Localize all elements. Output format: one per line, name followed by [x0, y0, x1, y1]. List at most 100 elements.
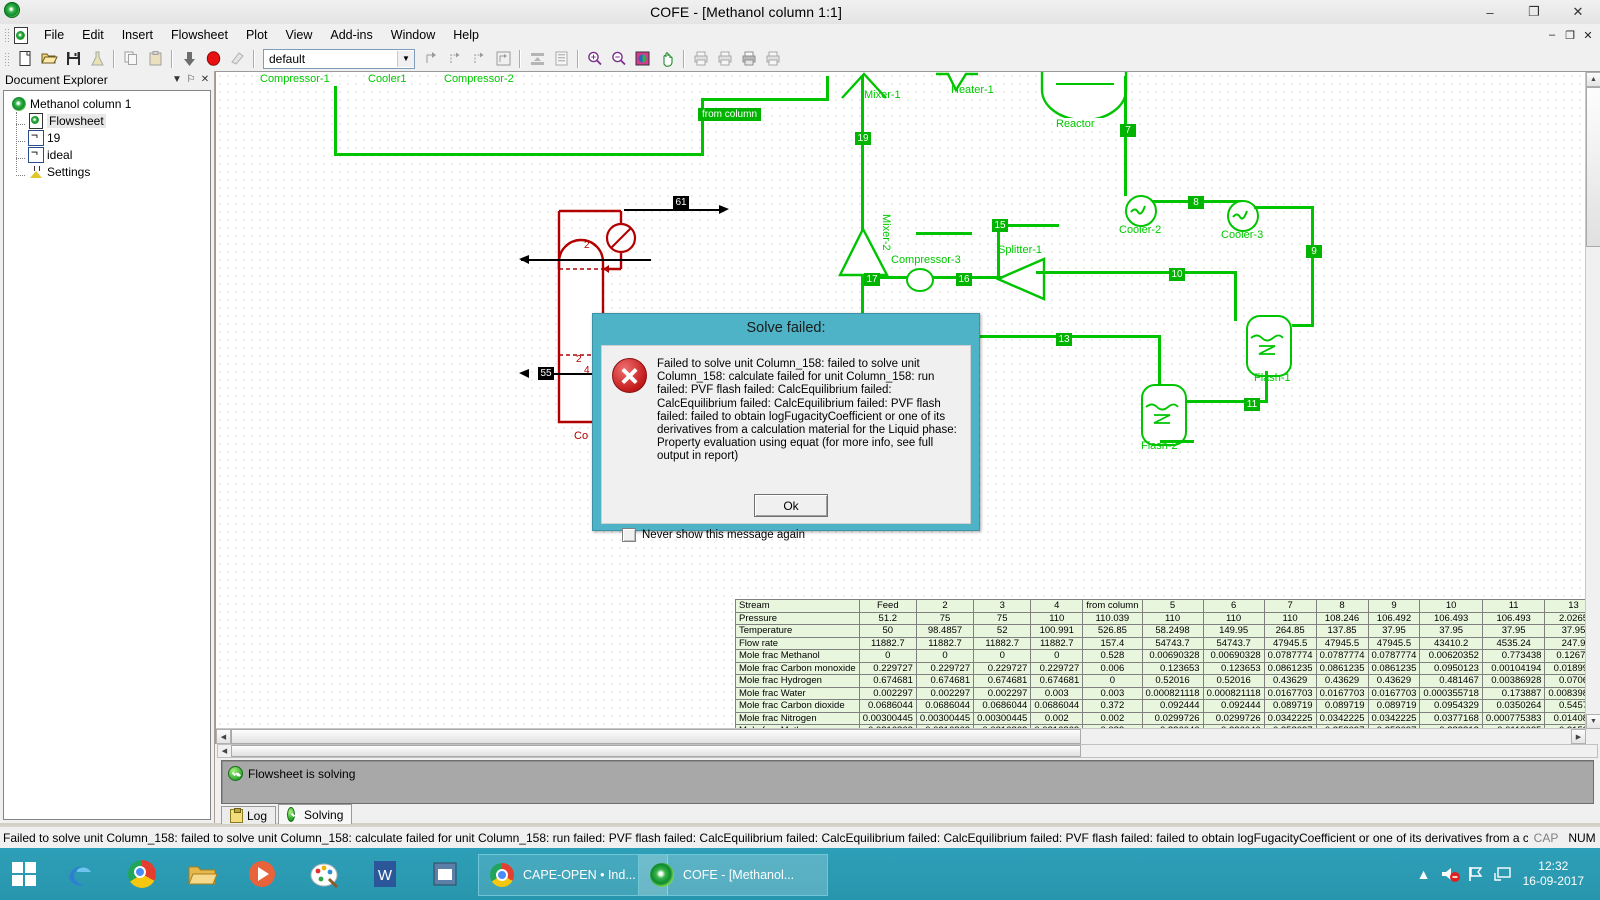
never-show-checkbox[interactable]	[622, 528, 636, 542]
table-cell[interactable]: 0.481467	[1419, 674, 1483, 688]
table-cell[interactable]: 149.95	[1202, 624, 1265, 638]
table-cell[interactable]: 54743.7	[1141, 636, 1204, 650]
menu-item-insert[interactable]: Insert	[113, 25, 162, 45]
flash-2-symbol[interactable]	[1141, 384, 1187, 446]
tab-solving[interactable]: Solving	[278, 804, 353, 824]
scroll-up-arrow-icon[interactable]: ▲	[1586, 72, 1600, 87]
print-preview-icon[interactable]	[714, 48, 736, 69]
canvas-horizontal-scrollbar[interactable]: ◀ ▶	[216, 728, 1586, 744]
table-cell[interactable]: 0.43629	[1315, 674, 1369, 688]
table-cell[interactable]: 0.0861235	[1263, 661, 1317, 675]
table-cell[interactable]: 0.00104194	[1481, 661, 1546, 675]
table-cell[interactable]: 0.0787774	[1263, 649, 1317, 663]
table-cell[interactable]: 0.0167703	[1315, 686, 1369, 700]
table-cell[interactable]: 0.0861235	[1315, 661, 1369, 675]
table-cell[interactable]: 0.089719	[1367, 699, 1421, 713]
table-column-header[interactable]: 2	[915, 599, 975, 613]
open-icon[interactable]	[38, 48, 60, 69]
table-cell[interactable]: 0.773438	[1481, 649, 1546, 663]
table-cell[interactable]: 0.372	[1082, 699, 1143, 713]
table-cell[interactable]: 0	[915, 649, 975, 663]
table-cell[interactable]: 47945.5	[1315, 636, 1369, 650]
ok-button[interactable]: Ok	[754, 494, 828, 517]
table-cell[interactable]: 0.0342225	[1367, 711, 1421, 725]
table-cell[interactable]: 0.002	[1030, 711, 1084, 725]
table-cell[interactable]: 0.0686044	[1030, 699, 1084, 713]
solving-output-box[interactable]: Flowsheet is solving	[221, 760, 1594, 804]
stream-results-table[interactable]: StreamFeed234from column5678910111314151…	[735, 599, 1600, 744]
menu-item-view[interactable]: View	[277, 25, 322, 45]
table-cell[interactable]: 0.0954329	[1419, 699, 1483, 713]
solve-failed-dialog[interactable]: Solve failed: Failed to solve unit Colum…	[592, 313, 980, 542]
table-cell[interactable]: 0.0861235	[1367, 661, 1421, 675]
table-cell[interactable]: 0.092444	[1141, 699, 1204, 713]
table-column-header[interactable]: 8	[1315, 599, 1369, 613]
import-icon[interactable]	[178, 48, 200, 69]
tree-node-flowsheet[interactable]: Flowsheet	[25, 112, 210, 129]
edge-icon[interactable]	[50, 848, 110, 900]
table-cell[interactable]: 43410.2	[1419, 636, 1483, 650]
new-icon[interactable]	[14, 48, 36, 69]
table-cell[interactable]: 0.0787774	[1315, 649, 1369, 663]
table-cell[interactable]: 0.003	[1082, 686, 1143, 700]
table-cell[interactable]: 0.0167703	[1263, 686, 1317, 700]
table-cell[interactable]: 0.0686044	[915, 699, 975, 713]
scroll-left-arrow-icon[interactable]: ◀	[218, 745, 231, 757]
stream-tag-from-column[interactable]: from column	[698, 108, 762, 121]
table-column-header[interactable]: 6	[1202, 599, 1265, 613]
stream-tag-16[interactable]: 16	[956, 273, 972, 286]
table-cell[interactable]: 54743.7	[1202, 636, 1265, 650]
table-cell[interactable]: 0.528	[1082, 649, 1143, 663]
erase-icon[interactable]	[226, 48, 248, 69]
never-show-checkbox-row[interactable]: Never show this message again	[622, 528, 805, 542]
start-button[interactable]	[0, 848, 48, 900]
minimize-button[interactable]: –	[1468, 0, 1512, 24]
table-cell[interactable]: 0.089719	[1263, 699, 1317, 713]
table-cell[interactable]: 0.229727	[915, 661, 975, 675]
table-cell[interactable]: 0.002297	[973, 686, 1032, 700]
vertical-scroll-thumb[interactable]	[1586, 87, 1600, 247]
table-cell[interactable]: 37.95	[1481, 624, 1546, 638]
menu-item-file[interactable]: File	[35, 25, 73, 45]
tree-node-19[interactable]: 19	[25, 129, 210, 146]
table-cell[interactable]: 157.4	[1082, 636, 1143, 650]
stream-tag-7[interactable]: 7	[1120, 124, 1136, 137]
table-cell[interactable]: 0.0167703	[1367, 686, 1421, 700]
menu-item-window[interactable]: Window	[382, 25, 444, 45]
menu-item-plot[interactable]: Plot	[237, 25, 277, 45]
table-column-header[interactable]: 7	[1263, 599, 1317, 613]
table-cell[interactable]: 0.123653	[1202, 661, 1265, 675]
table-cell[interactable]: 0.00620352	[1419, 649, 1483, 663]
reactor-symbol[interactable]	[1038, 72, 1130, 118]
table-cell[interactable]: 0.173887	[1481, 686, 1546, 700]
scroll-right-arrow-icon[interactable]: ▶	[1571, 729, 1586, 744]
table-cell[interactable]: 0	[973, 649, 1032, 663]
table-cell[interactable]: 100.991	[1030, 624, 1084, 638]
menu-item-flowsheet[interactable]: Flowsheet	[162, 25, 237, 45]
table-cell[interactable]: 0.674681	[858, 674, 917, 688]
table-row[interactable]: Mole frac Hydrogen 0.674681 0.674681 0.6746…	[735, 674, 1600, 688]
chevron-down-icon[interactable]: ▼	[170, 73, 184, 87]
table-cell[interactable]: 0.0686044	[973, 699, 1032, 713]
table-cell[interactable]: 11882.7	[1030, 636, 1084, 650]
table-cell[interactable]: 4535.24	[1481, 636, 1546, 650]
table-cell[interactable]: 0.0950123	[1419, 661, 1483, 675]
table-column-header[interactable]: 3	[973, 599, 1032, 613]
menu-item-edit[interactable]: Edit	[73, 25, 113, 45]
table-cell[interactable]: 0.00690328	[1202, 649, 1265, 663]
table-cell[interactable]: 52	[973, 624, 1032, 638]
table-row[interactable]: Mole frac Nitrogen 0.00300445 0.00300445 0.…	[735, 711, 1600, 725]
print-icon[interactable]	[690, 48, 712, 69]
stream-tag-8[interactable]: 8	[1188, 196, 1204, 209]
close-button[interactable]: ✕	[1556, 0, 1600, 24]
zoom-in-icon[interactable]	[584, 48, 606, 69]
collapse-icon[interactable]	[526, 48, 548, 69]
tab-log[interactable]: Log	[221, 806, 277, 824]
table-cell[interactable]: 0.229727	[858, 661, 917, 675]
table-cell[interactable]: 11882.7	[858, 636, 917, 650]
table-cell[interactable]: 0.0342225	[1315, 711, 1369, 725]
step-icon[interactable]	[468, 48, 490, 69]
table-cell[interactable]: 0.0377168	[1419, 711, 1483, 725]
table-cell[interactable]: 47945.5	[1263, 636, 1317, 650]
pan-hand-icon[interactable]	[656, 48, 678, 69]
